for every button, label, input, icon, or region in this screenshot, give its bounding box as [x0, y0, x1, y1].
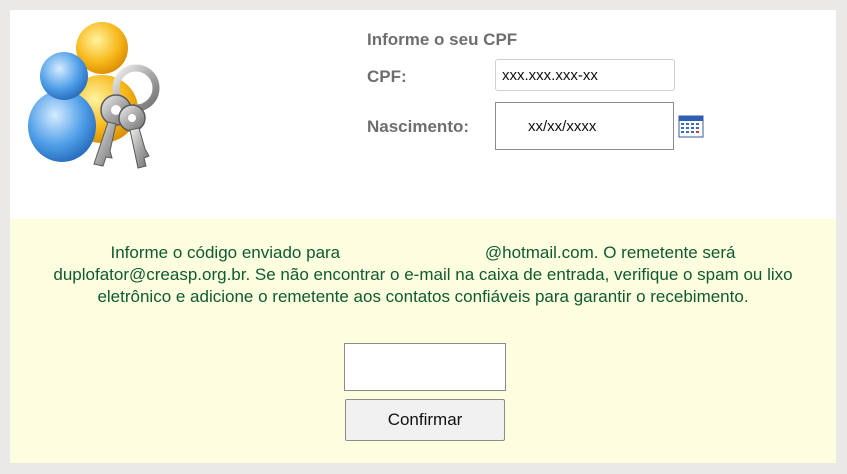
- cpf-label: CPF:: [367, 67, 407, 86]
- verification-section: Informe o código enviado para @hotmail.c…: [10, 219, 836, 463]
- login-panel: Informe o seu CPF CPF: Nascimento: Infor…: [10, 10, 836, 463]
- cpf-section: Informe o seu CPF CPF: Nascimento:: [10, 10, 836, 219]
- users-keys-icon: [28, 22, 160, 169]
- calendar-icon[interactable]: [678, 114, 704, 138]
- verification-code-input[interactable]: [344, 343, 506, 391]
- cpf-input[interactable]: [495, 59, 675, 91]
- verification-message: Informe o código enviado para @hotmail.c…: [30, 242, 816, 308]
- message-part1: Informe o código enviado para: [110, 243, 341, 262]
- birthdate-label: Nascimento:: [367, 117, 470, 136]
- birthdate-input[interactable]: [495, 102, 674, 150]
- form-title: Informe o seu CPF: [367, 30, 518, 49]
- confirm-button[interactable]: Confirmar: [345, 399, 505, 441]
